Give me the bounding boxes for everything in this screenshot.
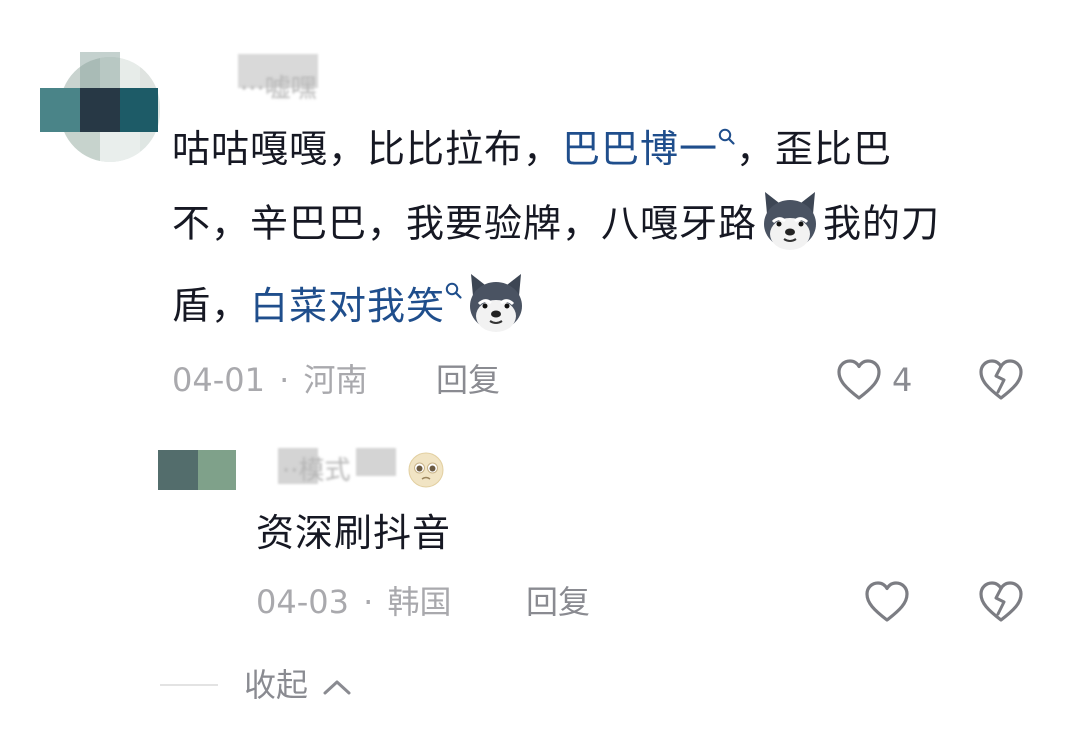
meta-separator: · — [363, 583, 374, 621]
heart-outline-icon — [865, 581, 909, 622]
search-link[interactable]: 白菜对我笑 — [250, 282, 463, 328]
reply-dislike-button[interactable] — [978, 580, 1024, 624]
reply-location: 韩国 — [387, 583, 452, 621]
reply-text: 资深刷抖音 — [256, 511, 452, 555]
heart-outline-icon — [837, 359, 881, 400]
doge-emoji-icon — [764, 192, 817, 250]
comment-text: 我的刀 — [823, 201, 941, 246]
comment-text-line-3: 盾，白菜对我笑 — [172, 274, 529, 336]
meta-separator: · — [279, 361, 290, 399]
avatar[interactable] — [40, 52, 160, 162]
comment-date: 04-01 — [172, 361, 265, 399]
broken-heart-icon — [979, 581, 1023, 622]
comment-text: ，歪比巴 — [736, 127, 893, 171]
search-link-label: 白菜对我笑 — [250, 283, 446, 328]
comment-text-line-2: 不，辛巴巴，我要验牌，八嘎牙路 我的刀 — [172, 192, 941, 254]
pleading-face-emoji-icon — [408, 452, 444, 488]
reply-date: 04-03 — [256, 583, 349, 621]
comment-text: 盾， — [172, 283, 251, 328]
like-count: 4 — [892, 361, 913, 399]
reply-button[interactable]: 回复 — [436, 360, 500, 400]
search-link-label: 巴巴博一 — [562, 127, 719, 171]
comment-location: 河南 — [303, 361, 368, 399]
search-link[interactable]: 巴巴博一 — [562, 127, 736, 171]
reply-username[interactable]: ··模式 — [282, 456, 351, 486]
reply-like-button[interactable] — [864, 580, 910, 624]
collapse-label: 收起 — [244, 666, 309, 704]
comment-text: 咕咕嘎嘎，比比拉布， — [172, 127, 563, 171]
comment-text-line-1: 咕咕嘎嘎，比比拉布，巴巴博一 ，歪比巴 — [172, 126, 892, 172]
doge-emoji-icon — [470, 274, 523, 332]
comment-meta: 04-01 · 河南 — [172, 360, 368, 400]
reply-meta: 04-03 · 韩国 — [256, 582, 452, 622]
comment-text: 不，辛巴巴，我要验牌，八嘎牙路 — [172, 201, 758, 246]
reply-avatar[interactable] — [158, 450, 238, 490]
reply-username-blur-block — [356, 448, 396, 476]
reply-reply-button[interactable]: 回复 — [526, 582, 590, 622]
comment-username[interactable]: ···嘘嘿 — [240, 74, 317, 104]
dislike-button[interactable] — [978, 358, 1024, 402]
like-button[interactable]: 4 — [836, 358, 926, 402]
collapse-button[interactable]: 收起 — [244, 664, 352, 706]
collapse-divider — [160, 684, 218, 686]
broken-heart-icon — [979, 359, 1023, 400]
magnifier-icon — [718, 126, 736, 158]
magnifier-icon — [445, 280, 463, 312]
chevron-up-icon — [323, 680, 351, 695]
